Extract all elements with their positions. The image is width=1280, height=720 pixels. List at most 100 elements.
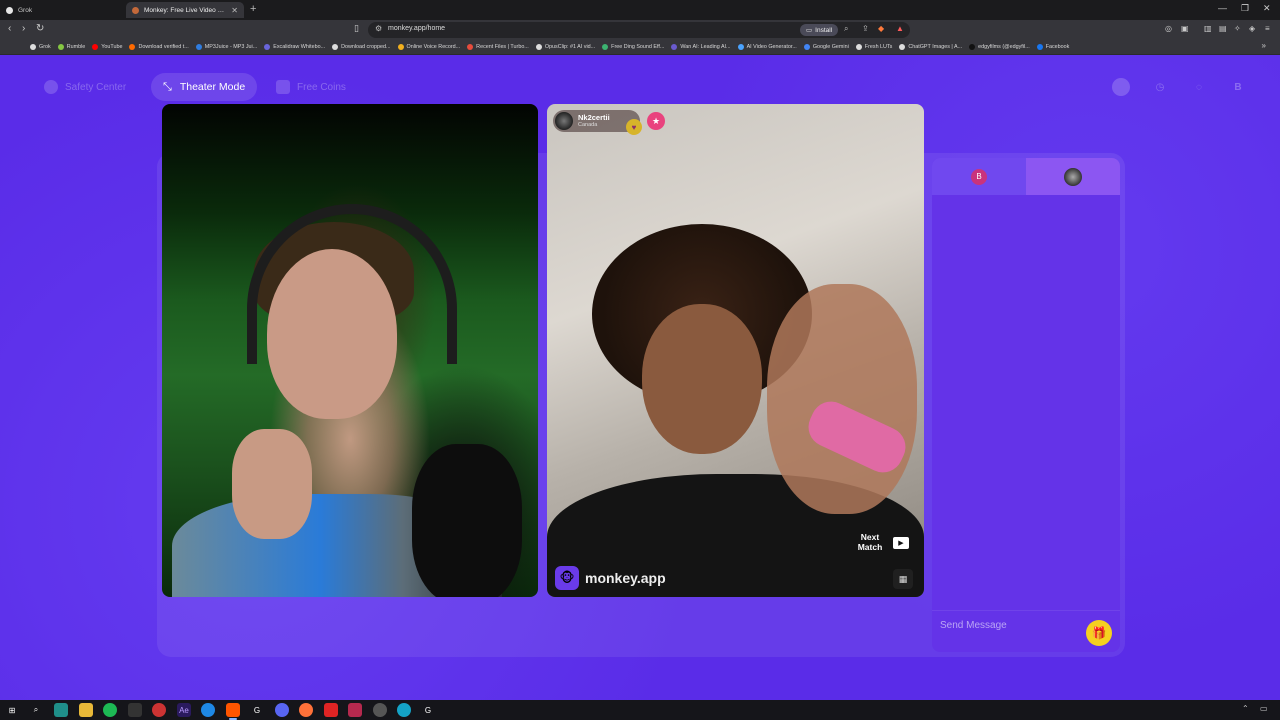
close-tab-icon[interactable]: ✕ — [231, 6, 238, 15]
bookmark-item[interactable]: Recent Files | Turbo... — [467, 44, 529, 50]
steam-icon[interactable] — [128, 703, 142, 717]
bookmark-item[interactable]: OpusClip: #1 AI vid... — [535, 44, 595, 50]
brave-shield-icon[interactable]: ◆ — [878, 24, 884, 33]
report-icon[interactable]: ▦ — [893, 569, 913, 589]
more-bookmarks-icon[interactable]: » — [1262, 41, 1266, 50]
remote-user-badge[interactable]: Nk2certii Canada ♥ — [553, 110, 642, 135]
tab-title: Monkey: Free Live Video Chat — [144, 6, 228, 14]
chrome-icon[interactable] — [152, 703, 166, 717]
chat-panel: B 🎁 — [932, 158, 1120, 652]
messages-icon[interactable]: ◌ — [1190, 78, 1208, 96]
next-match-label[interactable]: Next Match — [856, 532, 884, 553]
gift-button[interactable]: 🎁 — [1086, 620, 1112, 646]
bookmark-item[interactable]: AI Video Generator... — [737, 44, 797, 50]
tab-monkey[interactable]: Monkey: Free Live Video Chat ✕ — [126, 2, 244, 18]
bookmark-item[interactable]: Download verified t... — [129, 44, 189, 50]
menu-icon[interactable]: ≡ — [1265, 24, 1270, 33]
firefox-icon[interactable] — [299, 703, 313, 717]
bookmark-item[interactable]: Download cropped... — [332, 44, 391, 50]
bookmark-item[interactable]: Free Ding Sound Eff... — [602, 44, 664, 50]
like-heart-icon[interactable]: ♥ — [626, 119, 642, 135]
bookmark-item[interactable]: Grok — [30, 44, 51, 50]
profile-avatar[interactable]: B — [1229, 78, 1247, 96]
search-icon[interactable]: ⌕ — [29, 703, 43, 717]
bookmark-favicon-icon — [737, 44, 744, 50]
bookmark-item[interactable]: Google Gemini — [803, 44, 849, 50]
avatar-toggle-icon[interactable] — [1112, 78, 1130, 96]
bookmark-item[interactable]: Wan AI: Leading AI... — [671, 44, 731, 50]
app-icon-1[interactable] — [54, 703, 68, 717]
bookmark-icon[interactable]: ▯ — [354, 23, 359, 34]
next-match-button[interactable]: ▶ — [893, 537, 909, 549]
hand-shape — [232, 429, 312, 539]
vpn-icon[interactable]: ◈ — [1249, 24, 1255, 33]
app-icon-blue[interactable] — [397, 703, 411, 717]
message-input[interactable] — [940, 617, 1080, 633]
bookmark-favicon-icon — [195, 44, 202, 50]
after-effects-icon[interactable]: Ae — [177, 703, 191, 717]
windows-start-icon[interactable]: ⊞ — [5, 703, 19, 717]
remote-user-name: Nk2certii — [578, 113, 610, 122]
tab-grok[interactable]: Grok — [0, 2, 122, 18]
bookmark-label: Download verified t... — [138, 44, 189, 50]
bookmark-item[interactable]: MP3Juice - MP3 Jui... — [195, 44, 257, 50]
brave-icon[interactable] — [226, 703, 240, 717]
rewards-icon[interactable]: ▲ — [896, 24, 904, 33]
close-window-icon[interactable]: ✕ — [1263, 3, 1271, 14]
leo-icon[interactable]: ✧ — [1234, 24, 1241, 33]
app-icon-red[interactable] — [348, 703, 362, 717]
app-icon-g2[interactable]: G — [421, 703, 435, 717]
chat-tab-self[interactable]: B — [932, 158, 1026, 195]
app-icon-g[interactable]: G — [250, 703, 264, 717]
spotify-icon[interactable] — [103, 703, 117, 717]
bookmark-favicon-icon — [899, 44, 906, 50]
site-info-icon[interactable]: ⚙ — [375, 24, 382, 33]
bookmark-favicon-icon — [30, 44, 36, 50]
bookmark-item[interactable]: Excalidraw Whitebo... — [264, 44, 325, 50]
bookmark-item[interactable]: Facebook — [1036, 44, 1069, 50]
gift-badge-icon[interactable]: ★ — [647, 112, 665, 130]
new-tab-button[interactable]: + — [250, 3, 256, 15]
bookmark-favicon-icon — [129, 44, 136, 50]
theater-mode-button[interactable]: ⤡ Theater Mode — [151, 73, 258, 101]
reload-icon[interactable]: ↻ — [36, 23, 44, 34]
bookmark-favicon-icon — [969, 44, 976, 50]
discord-icon[interactable] — [275, 703, 289, 717]
tray-chevron-icon[interactable]: ⌃ — [1242, 704, 1249, 713]
file-explorer-icon[interactable] — [79, 703, 93, 717]
back-icon[interactable]: ‹ — [8, 23, 11, 34]
safety-center-button[interactable]: Safety Center — [32, 73, 138, 101]
bookmark-item[interactable]: ChatGPT Images | A... — [899, 44, 962, 50]
screenshot-icon[interactable]: ▤ — [1219, 24, 1227, 33]
share-icon[interactable]: ⇪ — [862, 24, 869, 33]
extensions-icon[interactable]: ◎ — [1165, 24, 1172, 33]
address-bar[interactable]: ⚙ monkey.app/home ▭ Install ⌕ ⇪ ◆ ▲ — [368, 22, 910, 38]
tab-title: Grok — [18, 6, 33, 14]
notification-icon[interactable]: ▭ — [1260, 704, 1268, 713]
free-coins-button[interactable]: Free Coins — [264, 73, 358, 101]
bookmark-item[interactable]: YouTube — [92, 44, 122, 50]
restore-icon[interactable]: ❐ — [1241, 3, 1249, 14]
install-button[interactable]: ▭ Install — [800, 24, 839, 36]
edge-icon[interactable] — [201, 703, 215, 717]
tab-search-icon[interactable]: ▣ — [1181, 24, 1189, 33]
bookmark-item[interactable]: Fresh LUTs — [855, 44, 892, 50]
bookmark-favicon-icon — [1036, 44, 1043, 50]
vivaldi-icon[interactable] — [324, 703, 338, 717]
bookmark-item[interactable]: Rumble — [57, 44, 85, 50]
obs-icon[interactable] — [373, 703, 387, 717]
history-icon[interactable]: ◷ — [1151, 78, 1169, 96]
headphones-shape — [247, 204, 457, 364]
bookmarks-bar: Grok Rumble YouTube Download verified t... M… — [0, 40, 1280, 55]
hand-shape — [767, 284, 917, 514]
sidebar-icon[interactable]: ▥ — [1204, 24, 1212, 33]
bookmark-favicon-icon — [264, 44, 271, 50]
minimize-icon[interactable]: — — [1218, 3, 1227, 13]
bookmark-favicon-icon — [467, 44, 474, 50]
forward-icon[interactable]: › — [22, 23, 25, 34]
chat-tab-remote[interactable] — [1026, 158, 1120, 195]
bookmark-item[interactable]: Online Voice Record... — [397, 44, 460, 50]
safety-center-label: Safety Center — [65, 81, 127, 93]
bookmark-item[interactable]: edgyfilms (@edgyfil... — [969, 44, 1030, 50]
zoom-icon[interactable]: ⌕ — [844, 24, 848, 34]
